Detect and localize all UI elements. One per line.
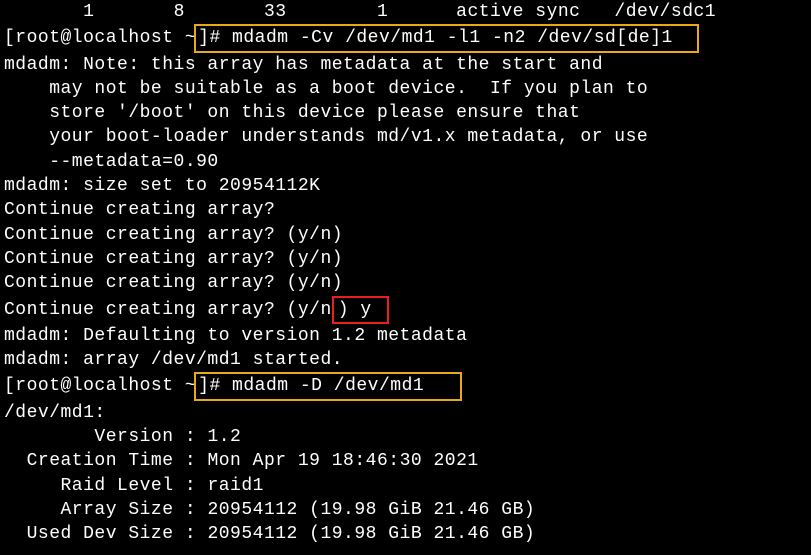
continue-prompt-3: Continue creating array? (y/n) [4, 247, 807, 271]
detail-raid: Raid Level : raid1 [4, 474, 807, 498]
command-1[interactable]: ]# mdadm -Cv /dev/md1 -l1 -n2 /dev/sd[de… [198, 28, 673, 48]
output-note-1: mdadm: Note: this array has metadata at … [4, 53, 807, 77]
detail-arraysize: Array Size : 20954112 (19.98 GiB 21.46 G… [4, 498, 807, 522]
continue-prompt-5: Continue creating array? (y/n ) y [4, 296, 807, 324]
table-header-row: 1 8 33 1 active sync /dev/sdc1 [4, 0, 807, 24]
version-label: Version : [4, 427, 207, 447]
output-note-3: store '/boot' on this device please ensu… [4, 101, 807, 125]
creation-value: Mon Apr 19 18:46:30 2021 [207, 451, 478, 471]
output-default: mdadm: Defaulting to version 1.2 metadat… [4, 324, 807, 348]
command-1-highlight: ]# mdadm -Cv /dev/md1 -l1 -n2 /dev/sd[de… [194, 24, 699, 52]
continue-prompt-1: Continue creating array? [4, 198, 807, 222]
raid-value: raid1 [207, 476, 264, 496]
output-note-2: may not be suitable as a boot device. If… [4, 77, 807, 101]
prompt-line-2: [root@localhost ~]# mdadm -D /dev/md1 [4, 372, 807, 400]
answer-y[interactable]: ) y [338, 300, 383, 320]
answer-highlight: ) y [332, 296, 389, 324]
command-2-highlight: ]# mdadm -D /dev/md1 [194, 372, 462, 400]
output-note-4: your boot-loader understands md/v1.x met… [4, 125, 807, 149]
terminal-output: 1 8 33 1 active sync /dev/sdc1 [root@loc… [0, 0, 811, 547]
raid-label: Raid Level : [4, 476, 207, 496]
useddev-label: Used Dev Size : [4, 524, 207, 544]
prompt-line-1: [root@localhost ~]# mdadm -Cv /dev/md1 -… [4, 24, 807, 52]
creation-label: Creation Time : [4, 451, 207, 471]
output-note-5: --metadata=0.90 [4, 150, 807, 174]
output-started: mdadm: array /dev/md1 started. [4, 348, 807, 372]
command-2[interactable]: ]# mdadm -D /dev/md1 [198, 376, 424, 396]
continue-prefix: Continue creating array? (y/n [4, 300, 332, 320]
header-cells: 1 8 33 1 active sync /dev/sdc1 [4, 2, 716, 22]
continue-prompt-2: Continue creating array? (y/n) [4, 223, 807, 247]
detail-header: /dev/md1: [4, 401, 807, 425]
prompt-prefix-2: [root@localhost ~ [4, 376, 196, 396]
version-value: 1.2 [207, 427, 241, 447]
detail-creation: Creation Time : Mon Apr 19 18:46:30 2021 [4, 449, 807, 473]
arraysize-value: 20954112 (19.98 GiB 21.46 GB) [207, 500, 535, 520]
continue-prompt-4: Continue creating array? (y/n) [4, 271, 807, 295]
arraysize-label: Array Size : [4, 500, 207, 520]
useddev-value: 20954112 (19.98 GiB 21.46 GB) [207, 524, 535, 544]
output-size: mdadm: size set to 20954112K [4, 174, 807, 198]
detail-version: Version : 1.2 [4, 425, 807, 449]
prompt-prefix: [root@localhost ~ [4, 28, 196, 48]
detail-useddev: Used Dev Size : 20954112 (19.98 GiB 21.4… [4, 522, 807, 546]
